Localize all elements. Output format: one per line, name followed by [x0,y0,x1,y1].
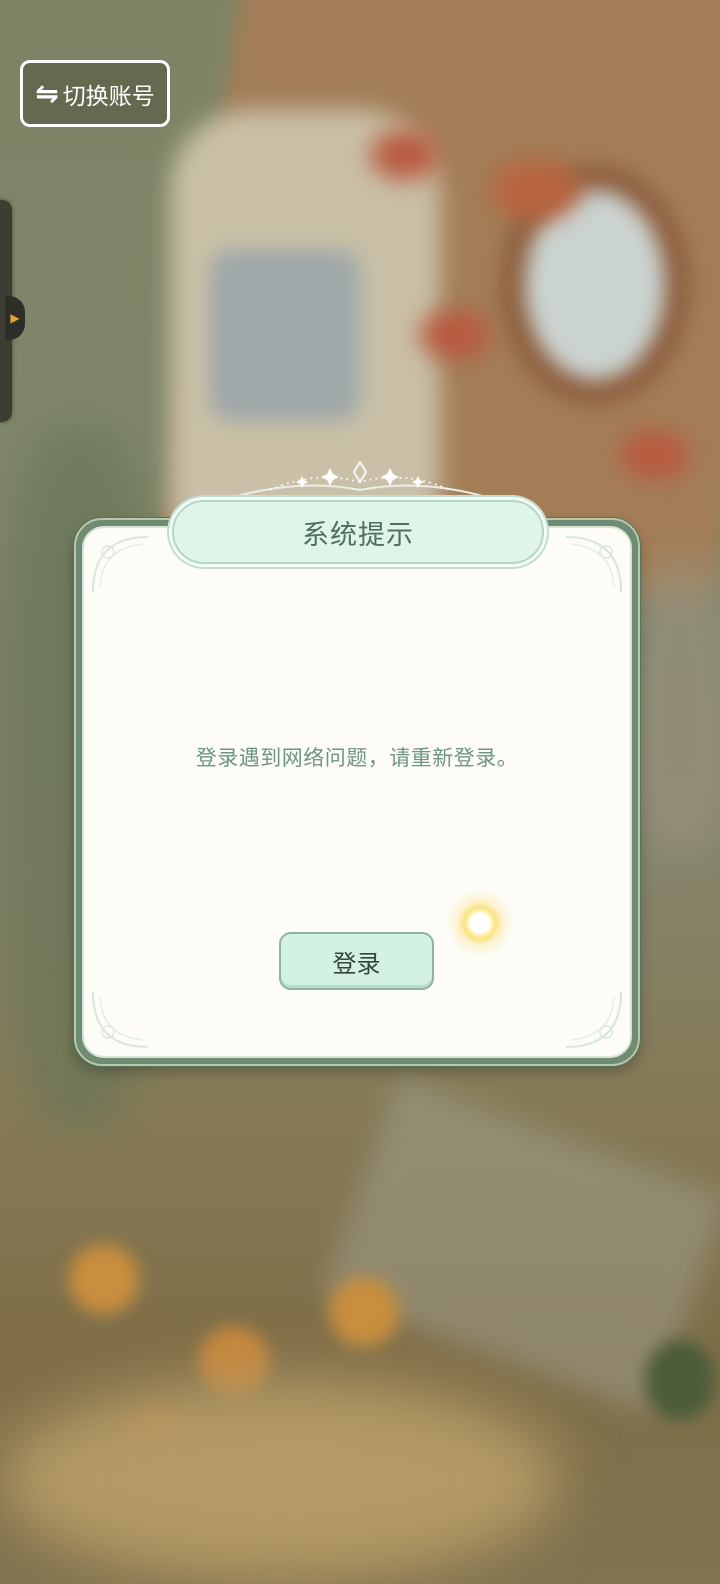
background-flower [620,430,690,480]
background-ground [0,1380,560,1580]
corner-ornament-icon [565,536,622,593]
corner-ornament-icon [92,991,149,1048]
background-flower [370,130,440,180]
background-flower [420,310,490,360]
background-bush [645,1340,715,1420]
background-flower [490,160,580,220]
corner-ornament-icon [92,536,149,593]
login-button-label: 登录 [332,949,381,978]
sparkle-icon [447,890,513,956]
switch-arrows-icon: ⇋ [35,76,59,110]
dialog-title: 系统提示 [302,519,414,551]
background-window [210,250,360,420]
dialog-message: 登录遇到网络问题，请重新登录。 [195,746,519,770]
login-button[interactable]: 登录 [279,932,434,990]
corner-ornament-icon [565,991,622,1048]
crown-ornament-icon [229,460,491,499]
chevron-right-icon: ▶ [10,311,20,325]
switch-account-label: 切换账号 [62,83,155,110]
dialog-title-banner: 系统提示 [172,500,544,564]
switch-account-button[interactable]: ⇋ 切换账号 [20,60,170,127]
